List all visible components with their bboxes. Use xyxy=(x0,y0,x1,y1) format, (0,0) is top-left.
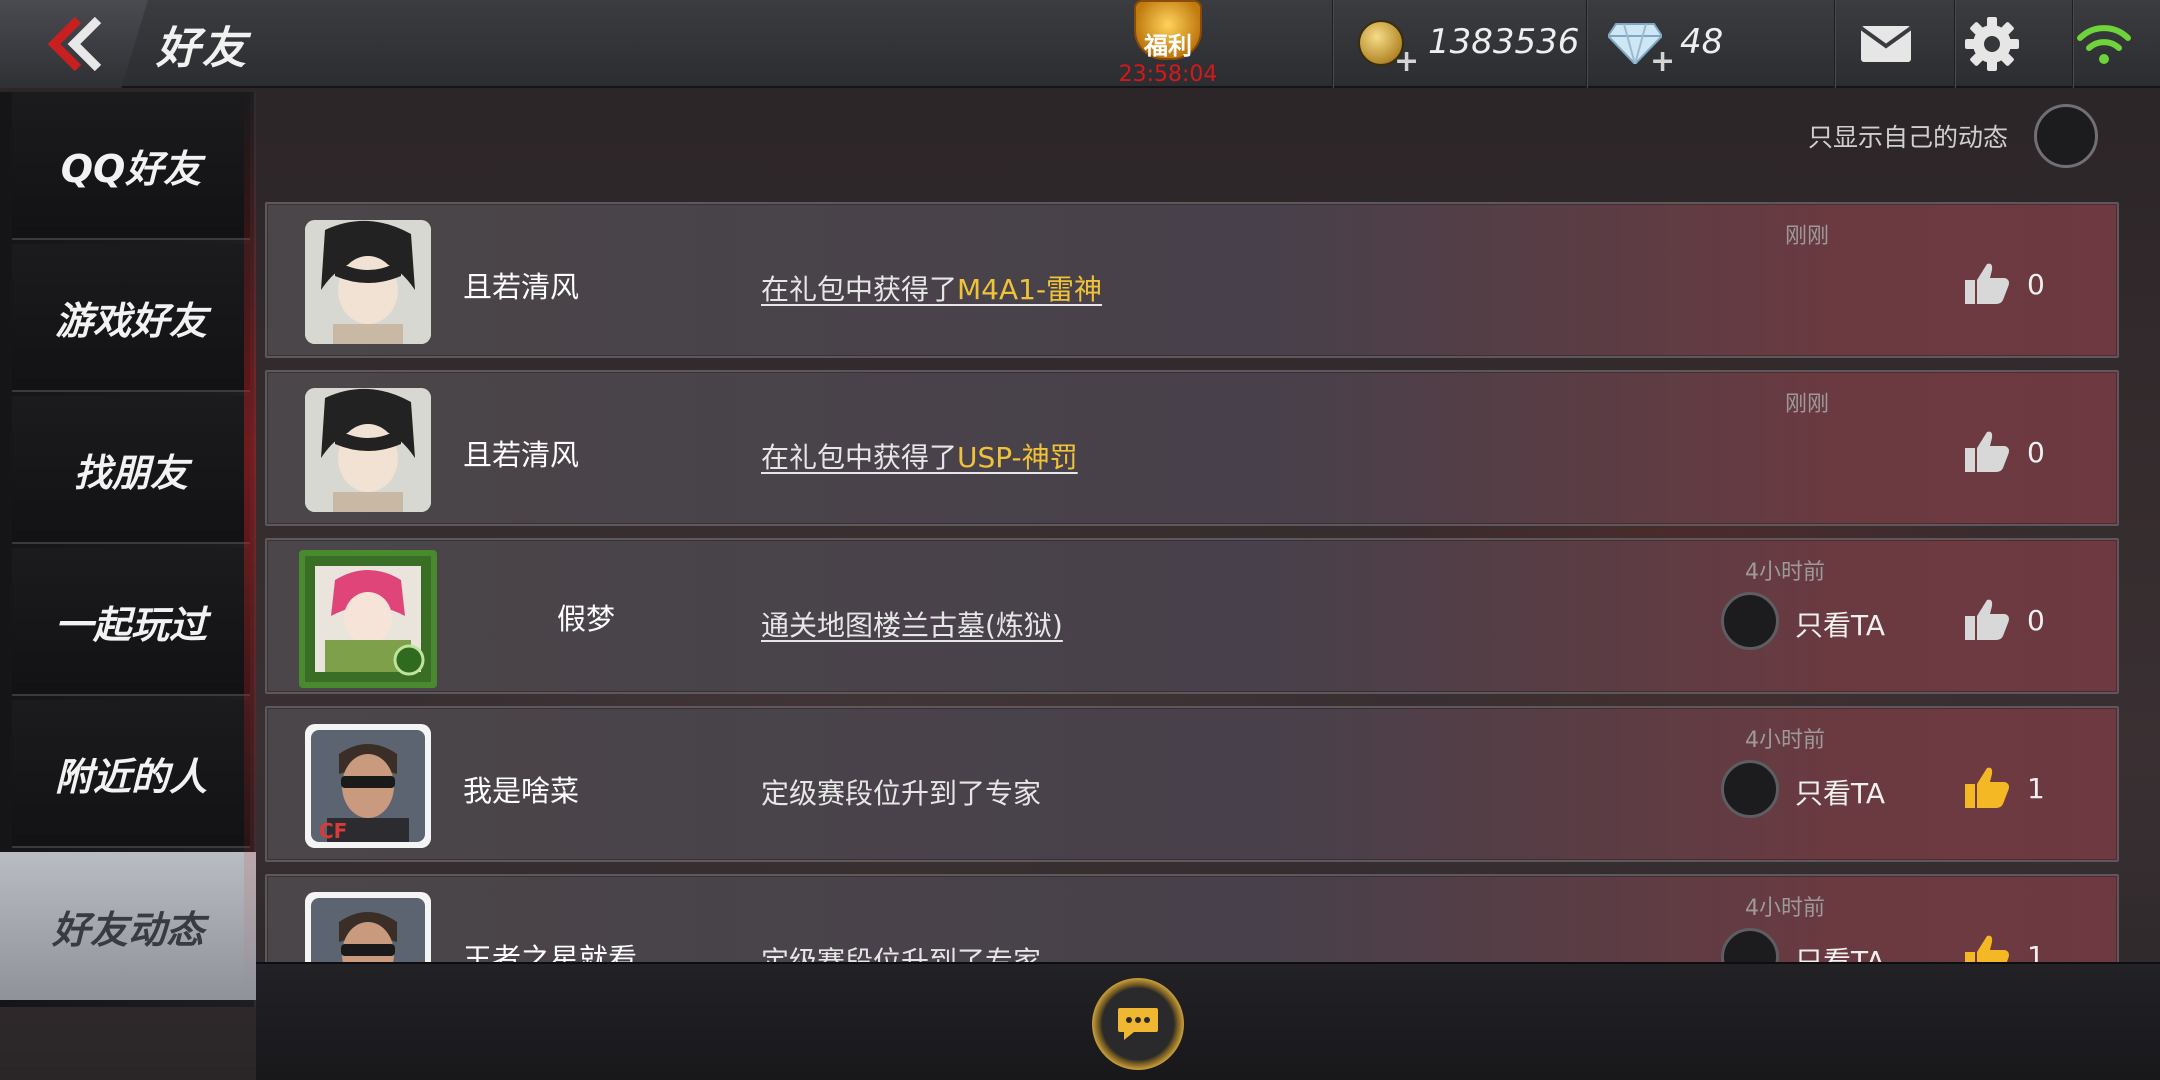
mail-button[interactable] xyxy=(1826,0,1946,88)
sidebar-item-qq-friends[interactable]: QQ好友 xyxy=(12,92,250,240)
welfare-label: 福利 xyxy=(1144,32,1192,60)
diamond-currency[interactable]: + 48 xyxy=(1608,20,1758,79)
like-count: 1 xyxy=(2027,772,2045,805)
like-count: 0 xyxy=(2027,436,2045,469)
filter-label: 只显示自己的动态 xyxy=(1808,123,2009,152)
activity-feed: 且若清风 在礼包中获得了M4A1-雷神 刚刚 0 且若清风 在礼包中获得了USP… xyxy=(265,202,2119,962)
avatar[interactable] xyxy=(305,220,431,344)
activity-time: 刚刚 xyxy=(1785,392,1830,417)
activity-link[interactable]: 通关地图楼兰古墓(炼狱) xyxy=(761,604,1063,644)
thumbs-up-icon[interactable] xyxy=(1961,428,2011,474)
avatar[interactable] xyxy=(305,388,431,512)
friend-name: 我是啥菜 xyxy=(463,774,580,808)
feed-row: 假梦 通关地图楼兰古墓(炼狱) 4小时前 只看TA 0 xyxy=(265,538,2119,694)
feed-row: CF 我是啥菜 定级赛段位升到了专家 4小时前 只看TA 1 xyxy=(265,706,2119,862)
only-ta-toggle[interactable] xyxy=(1721,592,1779,650)
sidebar-item-find-friends[interactable]: 找朋友 xyxy=(12,396,250,544)
friend-name: 假梦 xyxy=(557,602,616,636)
divider xyxy=(1332,0,1334,88)
feed-row: 且若清风 在礼包中获得了USP-神罚 刚刚 0 xyxy=(265,370,2119,526)
back-button[interactable] xyxy=(0,0,148,88)
activity-time: 4小时前 xyxy=(1745,896,1825,921)
sidebar: QQ好友 游戏好友 找朋友 一起玩过 附近的人 好友动态 xyxy=(0,92,256,1007)
friend-name: 王者之星就看 xyxy=(463,942,638,962)
avatar[interactable]: CF xyxy=(305,724,431,848)
feed-row: 且若清风 在礼包中获得了M4A1-雷神 刚刚 0 xyxy=(265,202,2119,358)
sidebar-item-played-together[interactable]: 一起玩过 xyxy=(12,548,250,696)
network-status xyxy=(2044,0,2160,88)
gold-currency[interactable]: + 1383536 xyxy=(1358,20,1598,79)
thumbs-up-icon-liked[interactable] xyxy=(1961,764,2011,810)
friend-name: 且若清风 xyxy=(463,270,580,304)
top-bar: 好友 福利 23:58:04 + 1383536 + 48 xyxy=(0,0,2160,88)
only-ta-toggle[interactable] xyxy=(1721,760,1779,818)
add-gold-icon: + xyxy=(1394,44,1420,79)
avatar[interactable] xyxy=(299,550,437,688)
only-ta-label: 只看TA xyxy=(1795,945,1886,962)
divider xyxy=(1586,0,1588,88)
mail-icon xyxy=(1859,26,1913,62)
svg-text:CF: CF xyxy=(319,819,347,843)
friend-name: 且若清风 xyxy=(463,438,580,472)
wifi-icon xyxy=(2077,25,2131,64)
only-ta-toggle[interactable] xyxy=(1721,928,1779,962)
thumbs-up-icon[interactable] xyxy=(1961,260,2011,306)
avatar[interactable] xyxy=(305,892,431,962)
activity-text: 定级赛段位升到了专家 xyxy=(761,945,1042,962)
sidebar-item-friend-activity[interactable]: 好友动态 xyxy=(0,852,256,1000)
settings-button[interactable] xyxy=(1932,0,2052,88)
show-own-activity-toggle[interactable] xyxy=(2034,104,2098,168)
activity-time: 刚刚 xyxy=(1785,224,1830,249)
chat-bubble-icon xyxy=(1118,1008,1158,1040)
back-chevron-icon xyxy=(47,16,102,72)
sidebar-glow xyxy=(244,92,256,992)
gear-icon xyxy=(1965,17,2019,71)
sidebar-item-nearby[interactable]: 附近的人 xyxy=(12,700,250,848)
activity-text: 定级赛段位升到了专家 xyxy=(761,777,1042,810)
thumbs-up-icon-liked[interactable] xyxy=(1961,932,2011,962)
only-ta-label: 只看TA xyxy=(1795,777,1886,810)
diamond-amount: 48 xyxy=(1680,22,1724,62)
thumbs-up-icon[interactable] xyxy=(1961,596,2011,642)
activity-link[interactable]: 在礼包中获得了USP-神罚 xyxy=(761,436,1078,476)
only-ta-label: 只看TA xyxy=(1795,609,1886,642)
activity-time: 4小时前 xyxy=(1745,560,1825,585)
bottom-bar xyxy=(256,962,2160,1080)
feed-row: 王者之星就看 定级赛段位升到了专家 4小时前 只看TA 1 xyxy=(265,874,2119,962)
welfare-timer: 23:58:04 xyxy=(1118,62,1218,87)
activity-time: 4小时前 xyxy=(1745,728,1825,753)
like-count: 0 xyxy=(2027,268,2045,301)
gold-amount: 1383536 xyxy=(1428,22,1580,62)
activity-link[interactable]: 在礼包中获得了M4A1-雷神 xyxy=(761,268,1102,308)
add-diamond-icon: + xyxy=(1650,44,1676,79)
like-count: 0 xyxy=(2027,604,2045,637)
chat-button[interactable] xyxy=(1092,978,1184,1070)
welfare-button[interactable]: 福利 23:58:04 xyxy=(1119,0,1217,88)
sidebar-item-game-friends[interactable]: 游戏好友 xyxy=(12,244,250,392)
page-title: 好友 xyxy=(156,23,248,74)
like-count: 1 xyxy=(2027,940,2045,962)
